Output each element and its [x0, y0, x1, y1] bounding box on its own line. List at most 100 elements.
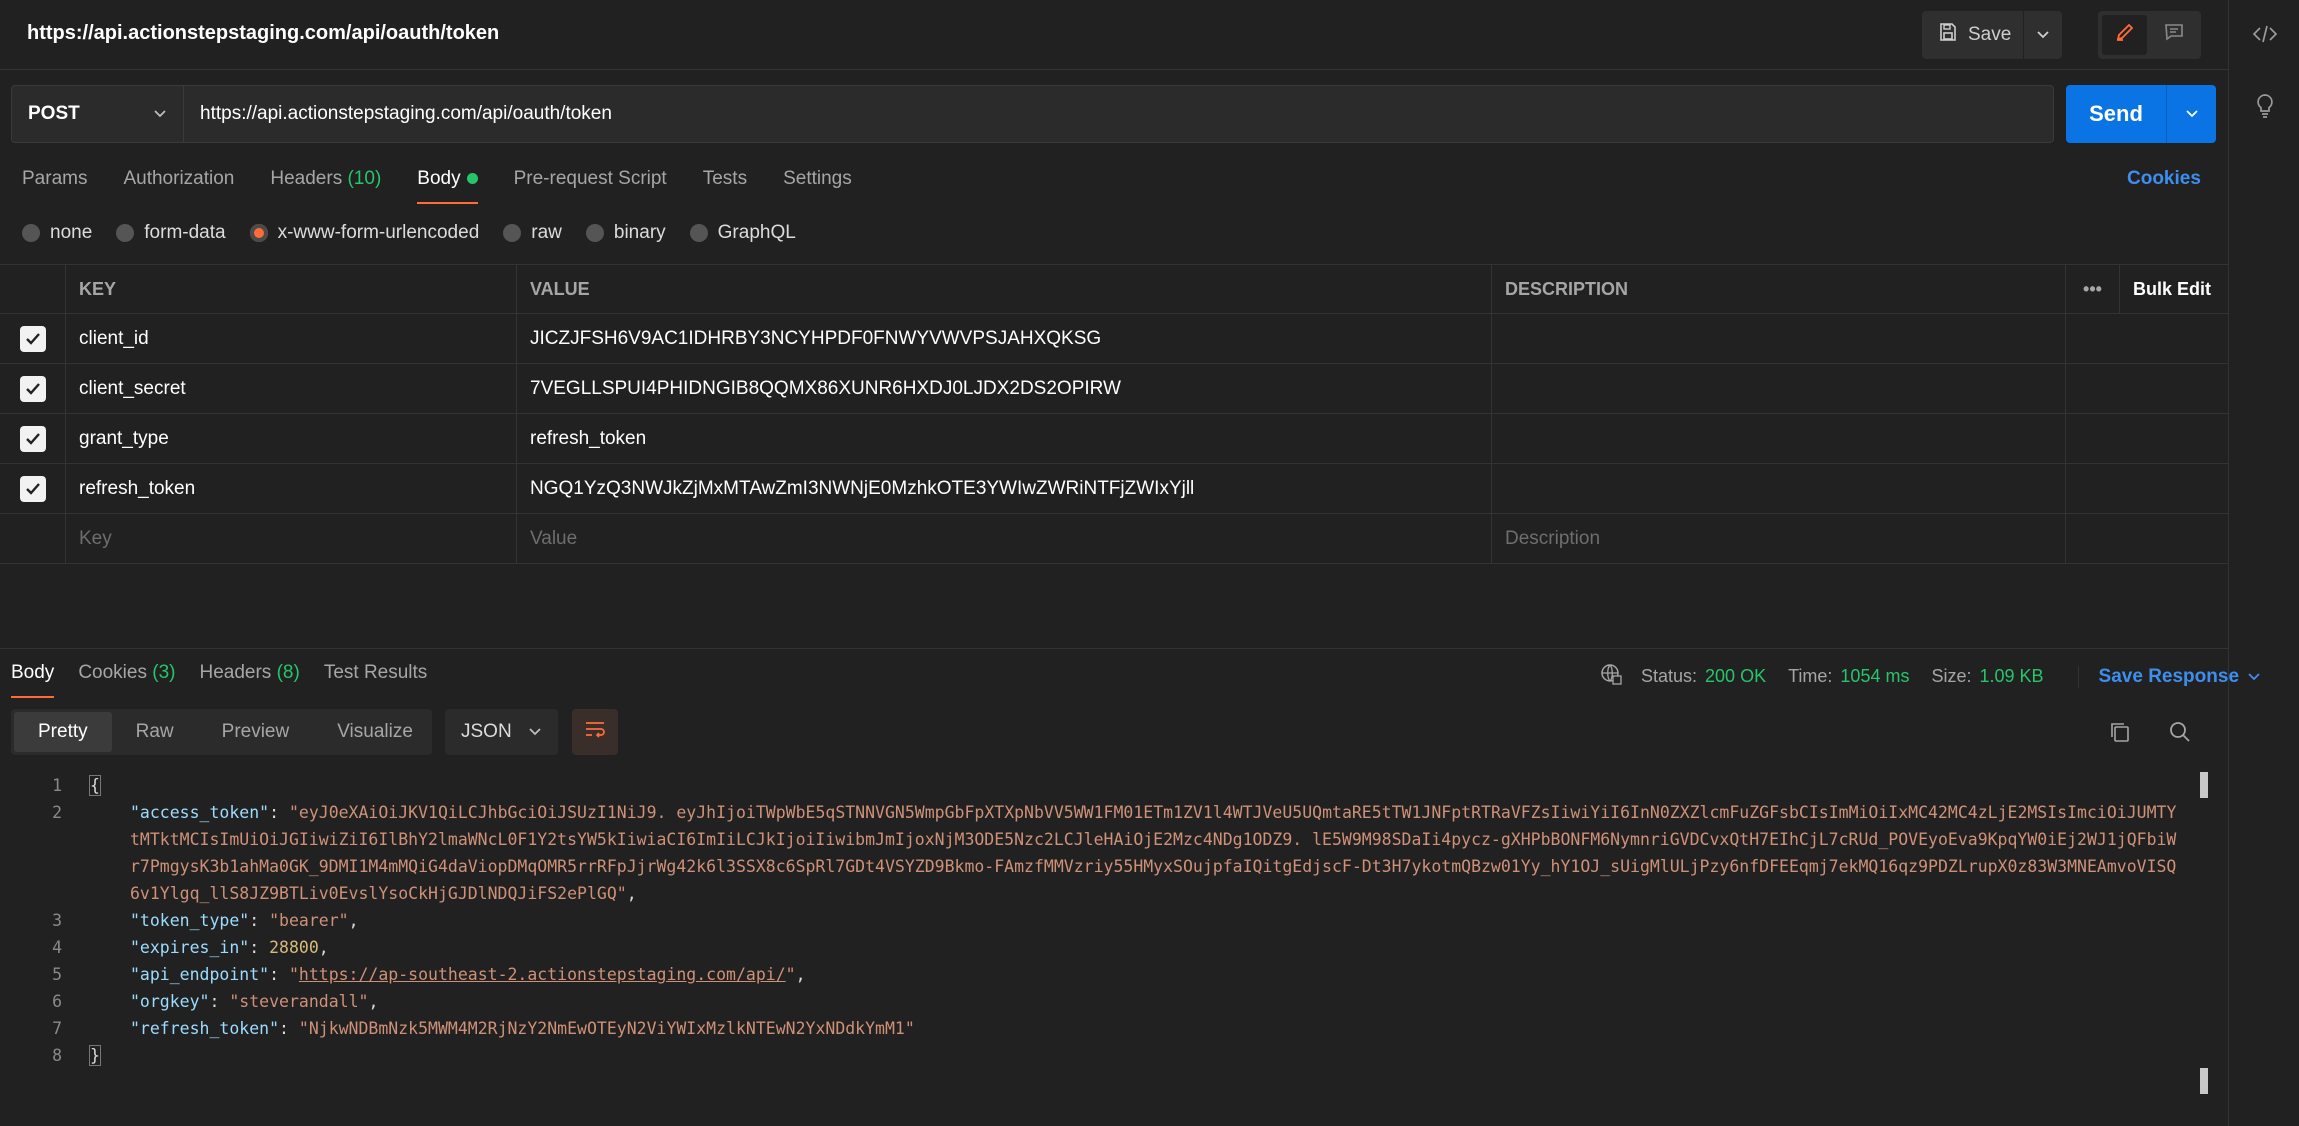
radio-button-selected[interactable] [249, 224, 268, 242]
code-icon[interactable] [2251, 20, 2279, 48]
param-key[interactable]: client_secret [66, 364, 517, 413]
chevron-down-icon [2036, 24, 2050, 46]
row-checkbox[interactable] [19, 425, 46, 452]
url-input[interactable] [184, 85, 2054, 143]
code-scrollbar[interactable] [2200, 772, 2210, 1096]
new-key-input[interactable]: Key [66, 514, 517, 563]
send-options-button[interactable] [2166, 85, 2216, 143]
size-value[interactable]: 1.09 KB [1980, 666, 2044, 687]
cookies-link[interactable]: Cookies [2127, 168, 2201, 190]
line-number: 3 [52, 911, 62, 930]
search-icon[interactable] [2166, 718, 2194, 746]
radio-form-data[interactable]: form-data [116, 222, 226, 244]
radio-button[interactable] [503, 224, 522, 242]
row-checkbox[interactable] [19, 325, 46, 352]
resp-tab-cookies[interactable]: Cookies (3) [78, 662, 175, 698]
json-string: "NjkwNDBmNzk5MWM4M2RjNzY2NmEwOTEyN2ViYWI… [298, 1019, 915, 1038]
copy-icon[interactable] [2106, 718, 2134, 746]
param-value[interactable]: 7VEGLLSPUI4PHIDNGIB8QQMX86XUNR6HXDJ0LJDX… [517, 364, 1492, 413]
radio-button[interactable] [585, 224, 604, 242]
table-row: client_id JICZJFSH6V9AC1IDHRBY3NCYHPDF0F… [0, 314, 2228, 364]
table-row: refresh_token NGQ1YzQ3NWJkZjMxMTAwZmI3NW… [0, 464, 2228, 514]
radio-raw[interactable]: raw [503, 222, 562, 244]
time-value[interactable]: 1054 ms [1840, 666, 1909, 687]
response-status-bar: Status: 200 OK Time: 1054 ms Size: 1.09 … [1599, 662, 2261, 691]
code-line: 3 "token_type": "bearer", [0, 907, 2205, 934]
radio-graphql[interactable]: GraphQL [689, 222, 796, 244]
param-value[interactable]: NGQ1YzQ3NWJkZjMxMTAwZmI3NWNjE0MzhkOTE3YW… [517, 464, 1492, 513]
code-line: 7 "refresh_token": "NjkwNDBmNzk5MWM4M2Rj… [0, 1015, 2205, 1042]
more-options-button[interactable]: ••• [2066, 265, 2120, 313]
code-line: 8 } [0, 1042, 2205, 1069]
tab-params[interactable]: Params [22, 168, 87, 204]
param-description[interactable] [1492, 414, 2066, 463]
line-number: 7 [52, 1019, 62, 1038]
param-description[interactable] [1492, 364, 2066, 413]
lightbulb-icon[interactable] [2251, 92, 2279, 120]
radio-button[interactable] [689, 224, 708, 242]
row-checkbox[interactable] [19, 375, 46, 402]
edit-mode-button[interactable] [2102, 15, 2147, 55]
scrollbar-thumb-bottom[interactable] [2200, 1068, 2208, 1094]
tab-headers[interactable]: Headers (10) [270, 168, 381, 204]
param-key[interactable]: refresh_token [66, 464, 517, 513]
new-value-input[interactable]: Value [517, 514, 1492, 563]
radio-button[interactable] [116, 224, 135, 242]
line-number: 1 [52, 776, 62, 795]
param-key[interactable]: grant_type [66, 414, 517, 463]
view-raw[interactable]: Raw [112, 712, 198, 752]
param-value[interactable]: JICZJFSH6V9AC1IDHRBY3NCYHPDF0FNWYVWVPSJA… [517, 314, 1492, 363]
radio-x-www-form-urlencoded[interactable]: x-www-form-urlencoded [249, 222, 479, 244]
resp-tab-body[interactable]: Body [11, 662, 55, 698]
radio-binary[interactable]: binary [585, 222, 666, 244]
comment-mode-button[interactable] [2151, 15, 2196, 55]
radio-label: GraphQL [717, 222, 796, 243]
radio-none[interactable]: none [22, 222, 92, 244]
view-visualize[interactable]: Visualize [313, 712, 437, 752]
resp-tab-headers[interactable]: Headers (8) [199, 662, 299, 698]
tab-label: Headers [270, 168, 343, 189]
param-description[interactable] [1492, 464, 2066, 513]
wrap-lines-button[interactable] [572, 709, 618, 755]
tab-label: Test Results [323, 662, 428, 683]
save-button[interactable]: Save [1922, 11, 2024, 59]
json-link-api-endpoint[interactable]: https://ap-southeast-2.actionstepstaging… [299, 965, 786, 984]
radio-button[interactable] [22, 224, 40, 242]
json-key: "token_type" [130, 911, 250, 930]
scrollbar-thumb-top[interactable] [2200, 772, 2208, 798]
tab-settings[interactable]: Settings [783, 168, 852, 204]
tab-pre-request-script[interactable]: Pre-request Script [514, 168, 667, 204]
new-description-input[interactable]: Description [1492, 514, 2066, 563]
tab-body[interactable]: Body [417, 168, 478, 204]
send-button[interactable]: Send [2066, 85, 2166, 143]
tab-label: Cookies [78, 662, 147, 683]
method-select[interactable]: POST [11, 85, 184, 143]
pane-divider[interactable] [0, 648, 2228, 649]
check-icon [25, 432, 40, 445]
param-value[interactable]: refresh_token [517, 414, 1492, 463]
format-select[interactable]: JSON [445, 709, 558, 755]
save-response-button[interactable]: Save Response [2077, 665, 2261, 688]
param-description[interactable] [1492, 314, 2066, 363]
param-key[interactable]: client_id [66, 314, 517, 363]
tab-authorization[interactable]: Authorization [123, 168, 234, 204]
globe-icon[interactable] [1599, 662, 1623, 691]
save-options-button[interactable] [2024, 11, 2062, 59]
tab-tests[interactable]: Tests [703, 168, 747, 204]
status-value[interactable]: 200 OK [1705, 666, 1766, 687]
json-key: "api_endpoint" [130, 965, 270, 984]
tab-label: Tests [702, 168, 748, 189]
resp-tab-test-results[interactable]: Test Results [324, 662, 427, 698]
view-preview[interactable]: Preview [198, 712, 314, 752]
send-group: Send [2066, 85, 2216, 143]
request-header: https://api.actionstepstaging.com/api/oa… [0, 0, 2228, 70]
row-checkbox[interactable] [19, 475, 46, 502]
body-type-radios: none form-data x-www-form-urlencoded raw… [22, 222, 796, 244]
view-pretty[interactable]: Pretty [14, 712, 112, 752]
response-json-viewer[interactable]: 1 { 2 "access_token": "eyJ0eXAiOiJKV1QiL… [0, 772, 2205, 1096]
pencil-icon [2114, 21, 2136, 49]
row-checkbox-cell [0, 514, 66, 563]
request-title[interactable]: https://api.actionstepstaging.com/api/oa… [27, 22, 499, 45]
chevron-down-icon [2247, 666, 2261, 688]
bulk-edit-button[interactable]: Bulk Edit [2120, 265, 2228, 313]
